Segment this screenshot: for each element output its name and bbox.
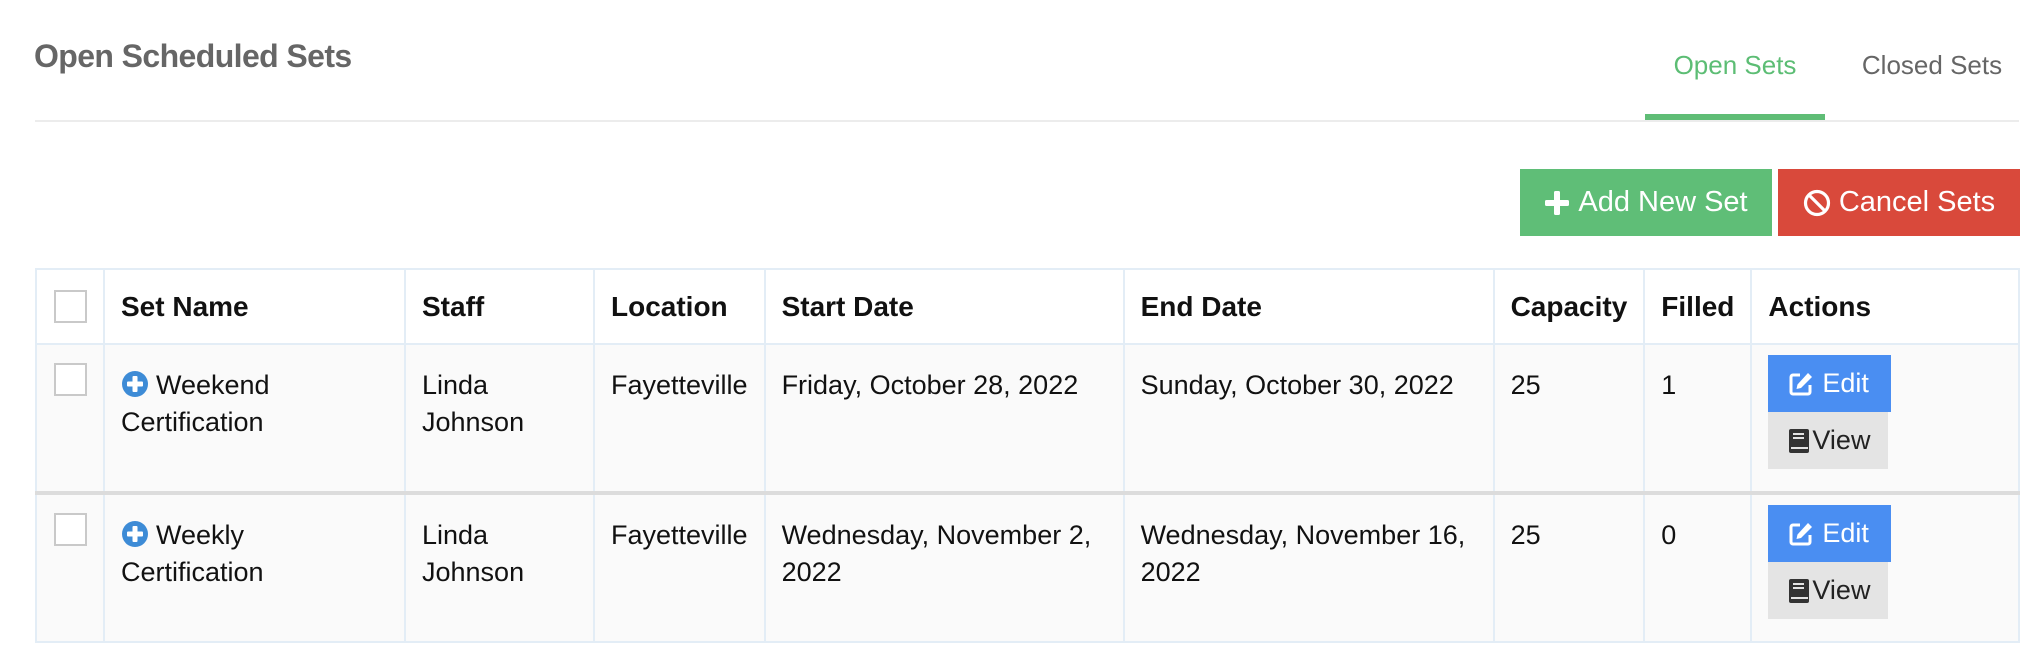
header-filled[interactable]: Filled	[1643, 268, 1753, 345]
header-location[interactable]: Location	[593, 268, 766, 345]
edit-icon	[1789, 372, 1813, 395]
filled-cell: 0	[1643, 492, 1753, 643]
header-set-name[interactable]: Set Name	[103, 268, 406, 345]
row-select-cell	[35, 492, 105, 643]
header-actions: Actions	[1750, 268, 2020, 345]
row-checkbox[interactable]	[54, 363, 87, 396]
actions-cell: Edit View	[1750, 492, 2020, 643]
expand-plus-icon[interactable]	[121, 370, 149, 398]
edit-icon	[1789, 522, 1813, 545]
edit-button[interactable]: Edit	[1768, 505, 1892, 562]
page-title: Open Scheduled Sets	[34, 38, 352, 74]
header-capacity[interactable]: Capacity	[1492, 268, 1646, 345]
header-staff[interactable]: Staff	[404, 268, 595, 345]
cancel-sets-button[interactable]: Cancel Sets	[1778, 169, 2020, 236]
header-select-cell	[35, 268, 105, 345]
sets-table: Set Name Staff Location Start Date End D…	[35, 268, 2020, 643]
end-date-cell: Sunday, October 30, 2022	[1122, 343, 1495, 495]
book-icon	[1789, 578, 1810, 603]
row-select-cell	[35, 343, 105, 495]
capacity-cell: 25	[1492, 343, 1646, 495]
ban-icon	[1803, 189, 1830, 216]
row-checkbox[interactable]	[54, 513, 87, 546]
set-name-cell: Weekly Certification	[103, 492, 406, 643]
edit-button[interactable]: Edit	[1768, 355, 1892, 412]
table-row: Weekend Certification Linda Johnson Faye…	[35, 343, 2020, 495]
add-new-set-button[interactable]: Add New Set	[1520, 169, 1772, 236]
table-header-row: Set Name Staff Location Start Date End D…	[35, 268, 2020, 345]
cancel-sets-label: Cancel Sets	[1838, 186, 1996, 218]
select-all-checkbox[interactable]	[54, 290, 87, 323]
add-new-set-label: Add New Set	[1578, 186, 1748, 218]
tab-open-sets[interactable]: Open Sets	[1645, 0, 1825, 121]
header-end-date[interactable]: End Date	[1122, 268, 1495, 345]
view-button[interactable]: View	[1768, 412, 1889, 469]
capacity-cell: 25	[1492, 492, 1646, 643]
staff-cell: Linda Johnson	[404, 492, 595, 643]
table-row: Weekly Certification Linda Johnson Fayet…	[35, 492, 2020, 643]
staff-cell: Linda Johnson	[404, 343, 595, 495]
expand-plus-icon[interactable]	[121, 520, 149, 548]
view-label: View	[1812, 575, 1871, 605]
end-date-cell: Wednesday, November 16, 2022	[1122, 492, 1495, 643]
view-label: View	[1812, 425, 1871, 455]
book-icon	[1789, 428, 1810, 453]
header-divider	[35, 120, 2019, 122]
tab-closed-sets[interactable]: Closed Sets	[1825, 0, 2019, 121]
set-name-cell: Weekend Certification	[103, 343, 406, 495]
set-tabs: Open Sets Closed Sets	[1645, 0, 2019, 121]
actions-cell: Edit View	[1750, 343, 2020, 495]
edit-label: Edit	[1822, 518, 1869, 548]
start-date-cell: Wednesday, November 2, 2022	[763, 492, 1125, 643]
view-button[interactable]: View	[1768, 562, 1889, 619]
location-cell: Fayetteville	[593, 492, 766, 643]
plus-icon	[1545, 190, 1570, 215]
location-cell: Fayetteville	[593, 343, 766, 495]
header-start-date[interactable]: Start Date	[763, 268, 1125, 345]
edit-label: Edit	[1822, 368, 1869, 398]
start-date-cell: Friday, October 28, 2022	[763, 343, 1125, 495]
filled-cell: 1	[1643, 343, 1753, 495]
